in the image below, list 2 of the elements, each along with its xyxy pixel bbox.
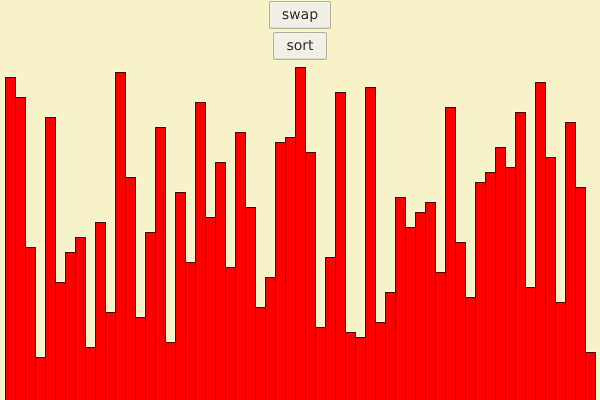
sort-button[interactable]: sort bbox=[273, 32, 327, 60]
swap-button[interactable]: swap bbox=[268, 1, 332, 29]
